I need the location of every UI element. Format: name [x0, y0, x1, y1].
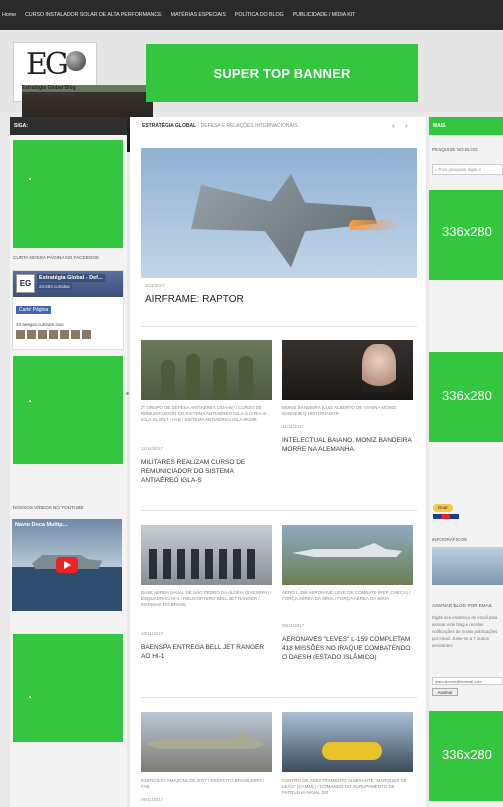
logo-mark: EG	[26, 47, 69, 82]
site-logo[interactable]: EG Estratégia Global Blog Defesa e Relaç…	[13, 42, 153, 152]
top-nav: Home CURSO INSTALADOR SOLAR DE ALTA PERF…	[0, 0, 503, 30]
ad-size-label: 336x280	[442, 747, 492, 762]
post-title[interactable]: BAENSPA ENTREGA BELL JET RANGER AO HI-1	[141, 643, 272, 661]
post-category[interactable]: CENTRO DE ADESTRAMENTO ALMIRANTE "MARQUE…	[282, 778, 413, 796]
subscribe-label: ASSINAR BLOG POR EMAIL	[432, 603, 493, 608]
post-date: 11/11/2017	[141, 446, 163, 451]
divider	[141, 510, 417, 511]
facebook-widget[interactable]: EG Estratégia Global - Def... 23.653 cur…	[12, 270, 124, 350]
hero-title[interactable]: AIRFRAME: RAPTOR	[145, 294, 244, 305]
ad-size-label: 336x280	[442, 224, 492, 239]
nav-item-politica[interactable]: POLÍTICA DO BLOG	[235, 12, 284, 18]
search-input[interactable]: ⌕ Para pesquisar digite e	[432, 164, 503, 175]
site-header: EG Estratégia Global Blog Defesa e Relaç…	[0, 30, 503, 152]
infographics-label: INFOGRÁFICOS	[432, 537, 467, 542]
post-category[interactable]: EXERCÍCIO AMAZONLOG 2017 / EXÉRCITO BRAS…	[141, 778, 272, 790]
left-ad-1[interactable]	[13, 140, 123, 248]
post-date: 11/11/2017	[282, 424, 304, 429]
nav-item-materias[interactable]: MATÉRIAS ESPECIAIS	[171, 12, 226, 18]
ad-size-label: 336x280	[442, 388, 492, 403]
facebook-label: CURTA NOSSA PÁGINA NO FACEBOOK	[13, 256, 100, 261]
facebook-like-button[interactable]: Curtir Página	[16, 306, 52, 314]
post-thumbnail[interactable]	[141, 712, 272, 772]
post-date: 10/11/2017	[141, 631, 164, 636]
nav-item-publicidade[interactable]: PUBLICIDADE / MÍDIA KIT	[293, 12, 356, 18]
play-icon[interactable]	[56, 557, 78, 573]
post-title[interactable]: AERONAVES "LEVES" L-159 COMPLETAM 418 MI…	[282, 635, 413, 662]
hero-date: 3/11/2017	[145, 283, 165, 288]
donate-button[interactable]: Doar	[433, 504, 453, 512]
post-category[interactable]: MONIZ BANDEIRA (LUIZ ALBERTO DE VIANNA M…	[282, 405, 413, 417]
facebook-likes-count: 23.653 curtidas	[37, 283, 72, 290]
infographic-thumbnail[interactable]	[432, 547, 503, 585]
post-title[interactable]: INTELECTUAL BAIANO, MONIZ BANDEIRA MORRE…	[282, 436, 413, 454]
nav-item-home[interactable]: Home	[2, 12, 16, 18]
post-date: 09/11/2017	[141, 797, 164, 802]
globe-icon	[66, 51, 86, 71]
facebook-page-logo: EG	[16, 274, 35, 293]
subscribe-text: Digite seu endereço de email para assina…	[432, 615, 498, 648]
post-thumbnail[interactable]	[282, 525, 413, 585]
post-thumbnail[interactable]	[282, 340, 413, 400]
post-thumbnail[interactable]	[282, 712, 413, 772]
facebook-page-name[interactable]: Estratégia Global - Def...	[37, 274, 105, 282]
right-ad-2[interactable]: 336x280	[429, 352, 503, 442]
post-thumbnail[interactable]	[141, 525, 272, 585]
post-category[interactable]: 2º GRUPO DE DEFESA ANTIAÉREA (2DAAE) / C…	[141, 405, 272, 423]
youtube-label: NOSSOS VÍDEOS NO YOUTUBE	[13, 506, 84, 511]
blog-page: Home CURSO INSTALADOR SOLAR DE ALTA PERF…	[0, 0, 503, 807]
super-top-banner[interactable]: SUPER TOP BANNER	[146, 44, 418, 102]
post-thumbnail[interactable]	[141, 340, 272, 400]
payment-cards-icon	[433, 514, 459, 519]
breadcrumb: ESTRATÉGIA GLOBAL - DEFESA E RELAÇÕES IN…	[142, 123, 298, 129]
post-title[interactable]: MILITARES REALIZAM CURSO DE REMUNICIADOR…	[141, 458, 272, 485]
facebook-friend-avatars	[16, 330, 91, 339]
left-sidebar-heading: SIGA:	[10, 117, 127, 135]
facebook-friends-text: 33 amigos curtiram isso	[16, 322, 64, 327]
slider-arrows[interactable]: ‹ ›	[392, 121, 412, 130]
hero-image[interactable]	[141, 148, 417, 278]
raptor-jet-image	[191, 174, 377, 268]
search-icon: ⌕	[435, 167, 438, 172]
right-ad-3[interactable]: 336x280	[429, 711, 503, 801]
email-field[interactable]: leam-borine@hotmail.com	[432, 677, 503, 685]
youtube-video[interactable]: Navio Doca Multip...	[12, 519, 122, 611]
nav-item-curso[interactable]: CURSO INSTALADOR SOLAR DE ALTA PERFORMAN…	[25, 12, 162, 18]
subscribe-button[interactable]: Assinar	[432, 688, 458, 696]
divider	[141, 326, 417, 327]
video-title: Navio Doca Multip...	[15, 522, 68, 528]
divider	[141, 697, 417, 698]
right-ad-1[interactable]: 336x280	[429, 190, 503, 280]
post-date: 09/11/2017	[282, 623, 305, 628]
right-sidebar-heading: MAIS	[429, 117, 503, 135]
post-category[interactable]: AERO L-159 AERONAVE LEVE DE COMBATE (REP…	[282, 590, 413, 602]
left-ad-2[interactable]	[13, 356, 123, 464]
carousel-dot-icon[interactable]	[126, 392, 129, 395]
post-category[interactable]: BASE AÉREA NAVAL DE SÃO PEDRO DA ALDEIA …	[141, 590, 272, 608]
search-label: PESQUISE NO BLOG	[432, 147, 478, 152]
left-ad-3[interactable]	[13, 634, 123, 742]
